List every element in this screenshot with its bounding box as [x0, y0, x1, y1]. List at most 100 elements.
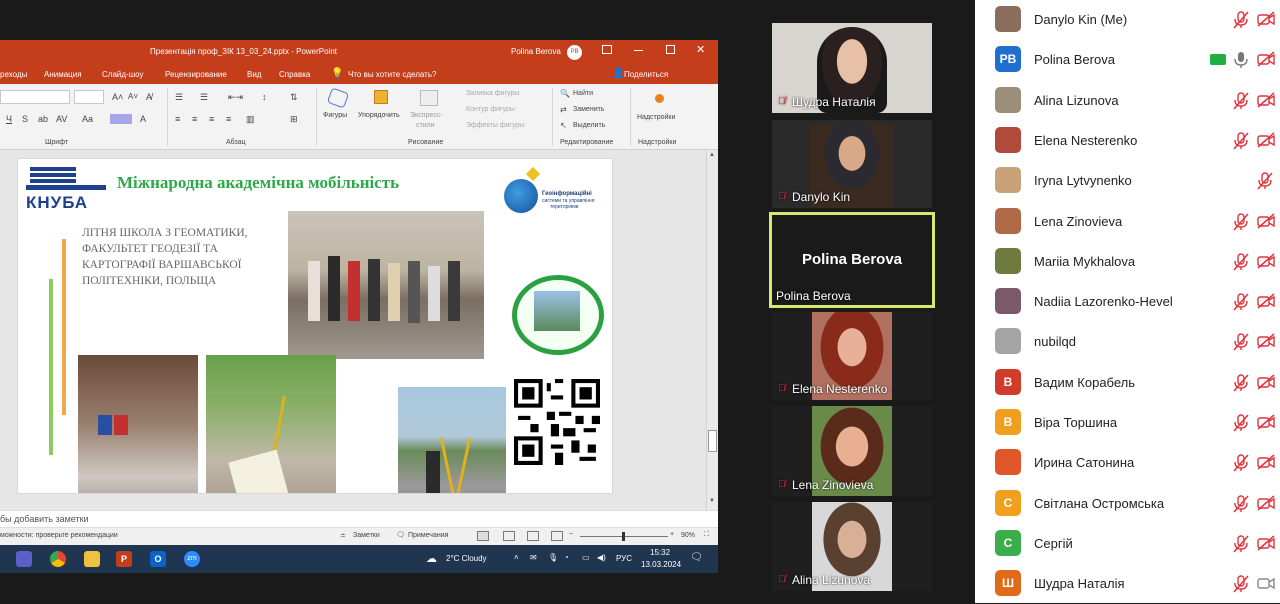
- slide[interactable]: КНУБА Міжнародна академічна мобільність …: [17, 158, 613, 494]
- replace-button[interactable]: Заменить: [573, 106, 604, 113]
- align-center-icon[interactable]: ≡: [192, 114, 197, 124]
- camera-off-icon[interactable]: [1257, 212, 1275, 229]
- account-avatar[interactable]: PB: [567, 45, 582, 60]
- camera-off-icon[interactable]: [1257, 253, 1275, 269]
- quick-styles-button[interactable]: Экспресс- стили: [410, 88, 448, 134]
- camera-off-icon[interactable]: [1257, 293, 1275, 309]
- muted-mic-icon[interactable]: [1233, 535, 1249, 553]
- strikethrough-icon[interactable]: S: [22, 114, 28, 124]
- account-name[interactable]: Polina Berova: [511, 47, 561, 56]
- shape-outline-button[interactable]: Контур фигуры: [466, 106, 515, 113]
- mic-on-icon[interactable]: [1233, 51, 1249, 69]
- vertical-scrollbar[interactable]: ▲ ▼: [706, 150, 718, 513]
- participant-row[interactable]: В Віра Торшина: [975, 403, 1280, 443]
- indent-icon[interactable]: ⇤⇥: [228, 92, 243, 103]
- clock-time[interactable]: 15:32: [650, 548, 670, 557]
- numbering-icon[interactable]: ☰: [200, 92, 208, 103]
- participant-row[interactable]: В Вадим Корабель: [975, 363, 1280, 403]
- shrink-font-icon[interactable]: A˅: [128, 92, 138, 101]
- powerpoint-icon[interactable]: P: [116, 551, 132, 567]
- scroll-down-icon[interactable]: ▼: [709, 498, 715, 504]
- participant-row[interactable]: Alina Lizunova: [975, 81, 1280, 121]
- notes-pane[interactable]: бы добавить заметки: [0, 510, 718, 527]
- camera-off-icon[interactable]: [1257, 92, 1275, 108]
- video-tile-danylo[interactable]: 🎙̸ Danylo Kin: [772, 120, 932, 208]
- muted-mic-icon[interactable]: [1233, 91, 1249, 110]
- teams-icon[interactable]: [16, 551, 32, 567]
- participant-row[interactable]: Ш Шудра Наталія: [975, 564, 1280, 604]
- align-left-icon[interactable]: ≡: [175, 114, 180, 124]
- columns-icon[interactable]: ▥: [246, 114, 255, 125]
- smartart-icon[interactable]: ⊞: [290, 114, 298, 125]
- tray-chevron-icon[interactable]: ˄: [514, 553, 519, 562]
- tell-me-input[interactable]: Что вы хотите сделать?: [348, 70, 436, 79]
- camera-on-icon[interactable]: [1257, 575, 1275, 591]
- participant-row[interactable]: Iryna Lytvynenko: [975, 161, 1280, 201]
- maximize-icon[interactable]: [666, 45, 675, 54]
- zoom-in-icon[interactable]: +: [670, 531, 674, 538]
- participant-row[interactable]: С Світлана Остромська: [975, 484, 1280, 524]
- camera-off-icon[interactable]: [1257, 11, 1275, 27]
- weather-text[interactable]: 2°C Cloudy: [446, 554, 487, 563]
- shape-fill-button[interactable]: Заливка фигуры: [466, 90, 519, 97]
- tab-animations[interactable]: Анимация: [44, 70, 82, 79]
- muted-mic-icon[interactable]: [1257, 172, 1273, 190]
- zoom-app-icon[interactable]: zm: [184, 551, 200, 567]
- participant-row[interactable]: Ирина Сатонина: [975, 443, 1280, 483]
- participant-row[interactable]: Danylo Kin (Me): [975, 0, 1280, 40]
- font-name-box[interactable]: [0, 90, 70, 104]
- participant-row[interactable]: PB Polina Berova: [975, 40, 1280, 80]
- tab-review[interactable]: Рецензирование: [165, 70, 227, 79]
- camera-off-icon[interactable]: [1257, 414, 1275, 430]
- clock-date[interactable]: 13.03.2024: [641, 560, 681, 569]
- highlight-icon[interactable]: [110, 114, 132, 124]
- zoom-level[interactable]: 90%: [681, 532, 695, 539]
- grow-font-icon[interactable]: A˄: [112, 92, 123, 102]
- outlook-icon[interactable]: O: [150, 551, 166, 567]
- zoom-slider-thumb[interactable]: [622, 532, 625, 541]
- fit-slide-icon[interactable]: ⛶: [704, 531, 709, 539]
- video-tile-elena[interactable]: 🎙̸ Elena Nesterenko: [772, 312, 932, 400]
- tray-volume-icon[interactable]: ◀): [597, 553, 606, 562]
- zoom-out-icon[interactable]: −: [569, 531, 573, 538]
- notes-button[interactable]: Заметки: [353, 532, 380, 539]
- file-explorer-icon[interactable]: [84, 551, 100, 567]
- muted-mic-icon[interactable]: [1233, 212, 1249, 231]
- text-direction-icon[interactable]: ⇅: [290, 92, 298, 103]
- scroll-up-icon[interactable]: ▲: [709, 152, 715, 158]
- shadow-icon[interactable]: ab: [38, 114, 48, 124]
- muted-mic-icon[interactable]: [1233, 454, 1249, 472]
- scroll-thumb[interactable]: [708, 430, 717, 452]
- participant-row[interactable]: Lena Zinovieva: [975, 202, 1280, 242]
- close-icon[interactable]: ✕: [696, 43, 705, 56]
- tab-view[interactable]: Вид: [247, 70, 261, 79]
- tray-network-icon[interactable]: ▭: [582, 553, 590, 562]
- find-button[interactable]: Найти: [573, 90, 593, 97]
- camera-off-icon[interactable]: [1257, 374, 1275, 390]
- select-button[interactable]: Выделить: [573, 122, 605, 129]
- participant-row[interactable]: nubilqd: [975, 322, 1280, 362]
- share-button[interactable]: Поделиться: [624, 70, 668, 79]
- accessibility-status[interactable]: можности: проверьте рекомендации: [0, 532, 118, 539]
- tray-mic-icon[interactable]: 🎙: [548, 553, 558, 562]
- slideshow-view-icon[interactable]: [551, 531, 563, 541]
- char-spacing-icon[interactable]: AV: [56, 114, 67, 124]
- muted-mic-icon[interactable]: [1233, 333, 1249, 351]
- muted-mic-icon[interactable]: [1233, 373, 1249, 392]
- muted-mic-icon[interactable]: [1233, 494, 1249, 513]
- reading-view-icon[interactable]: [527, 531, 539, 541]
- tab-help[interactable]: Справка: [279, 70, 310, 79]
- font-color-icon[interactable]: A: [140, 114, 146, 124]
- video-tile-polina-active-speaker[interactable]: Polina Berova Polina Berova: [769, 212, 935, 308]
- underline-icon[interactable]: Ч: [6, 114, 12, 124]
- clear-format-icon[interactable]: A̸: [146, 92, 152, 102]
- arrange-button[interactable]: Упорядочить: [356, 88, 410, 128]
- camera-off-icon[interactable]: [1257, 495, 1275, 511]
- muted-mic-icon[interactable]: [1233, 575, 1249, 593]
- camera-off-icon[interactable]: [1257, 535, 1275, 551]
- bullets-icon[interactable]: ☰: [175, 92, 183, 103]
- addins-button[interactable]: Надстройки: [634, 88, 688, 128]
- font-size-box[interactable]: [74, 90, 104, 104]
- justify-icon[interactable]: ≡: [226, 114, 231, 124]
- language-indicator[interactable]: РУС: [616, 554, 632, 563]
